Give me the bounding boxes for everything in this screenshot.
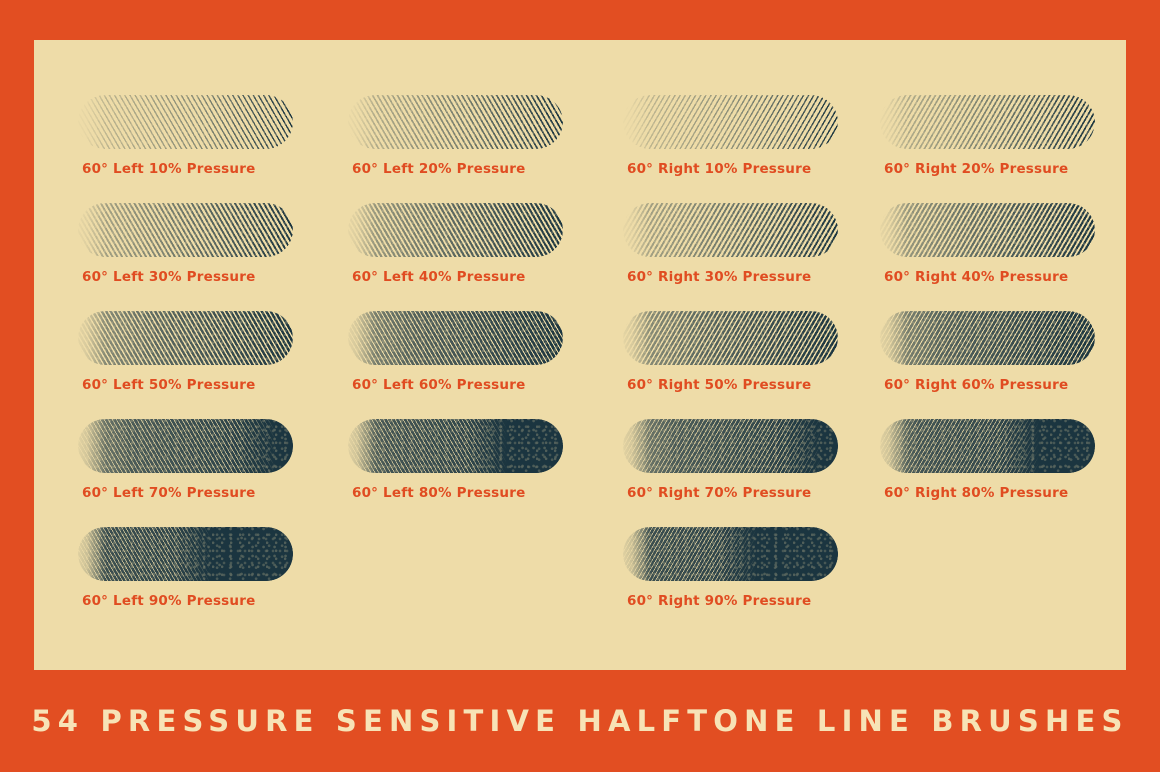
brush-label: 60° Left 60% Pressure: [352, 377, 526, 393]
brush-stroke[interactable]: [873, 311, 1095, 365]
brush-label: 60° Right 60% Pressure: [884, 377, 1069, 393]
brush-stroke[interactable]: [71, 311, 293, 365]
brush-label: 60° Right 50% Pressure: [627, 377, 812, 393]
brush-swatch[interactable]: 60° Left 60% Pressure: [341, 311, 588, 415]
bottom-banner: 54 PRESSURE SENSITIVE HALFTONE LINE BRUS…: [0, 670, 1160, 772]
brush-stroke[interactable]: [616, 419, 838, 473]
brush-stroke[interactable]: [341, 311, 563, 365]
brush-stroke[interactable]: [71, 419, 293, 473]
brush-label: 60° Left 30% Pressure: [82, 269, 256, 285]
brush-stroke[interactable]: [873, 203, 1095, 257]
hatch-pattern: [78, 95, 293, 149]
hatch-pattern: [623, 95, 838, 149]
brush-stroke[interactable]: [616, 95, 838, 149]
brush-swatch[interactable]: 60° Right 60% Pressure: [873, 311, 1120, 415]
brush-stroke[interactable]: [71, 95, 293, 149]
brush-swatch[interactable]: 60° Left 20% Pressure: [341, 95, 588, 199]
brush-swatch[interactable]: 60° Right 10% Pressure: [616, 95, 863, 199]
brush-stroke[interactable]: [71, 203, 293, 257]
hatch-pattern: [78, 311, 293, 365]
brush-label: 60° Right 80% Pressure: [884, 485, 1069, 501]
brush-swatch[interactable]: 60° Right 50% Pressure: [616, 311, 863, 415]
hatch-pattern: [348, 203, 563, 257]
brush-label: 60° Right 90% Pressure: [627, 593, 812, 609]
solid-core: [880, 419, 1095, 473]
hatch-pattern: [348, 311, 563, 365]
hatch-pattern: [623, 311, 838, 365]
swatch-panel: 60° Left 10% Pressure 60° Left 20% Pressu…: [34, 40, 1126, 670]
brush-swatch[interactable]: 60° Left 40% Pressure: [341, 203, 588, 307]
brush-stroke[interactable]: [616, 203, 838, 257]
brush-label: 60° Right 30% Pressure: [627, 269, 812, 285]
brush-stroke[interactable]: [616, 311, 838, 365]
solid-core: [78, 419, 293, 473]
brush-stroke[interactable]: [616, 527, 838, 581]
solid-core: [78, 527, 293, 581]
brush-swatch[interactable]: 60° Left 90% Pressure: [71, 527, 318, 631]
brush-stroke[interactable]: [873, 419, 1095, 473]
brush-preview-poster: 60° Left 10% Pressure 60° Left 20% Pressu…: [0, 0, 1160, 772]
hatch-pattern: [78, 203, 293, 257]
brush-label: 60° Right 10% Pressure: [627, 161, 812, 177]
brush-stroke[interactable]: [341, 203, 563, 257]
hatch-pattern: [348, 95, 563, 149]
brush-swatch[interactable]: 60° Right 20% Pressure: [873, 95, 1120, 199]
hatch-pattern: [623, 203, 838, 257]
brush-swatch[interactable]: 60° Left 50% Pressure: [71, 311, 318, 415]
brush-swatch[interactable]: 60° Right 40% Pressure: [873, 203, 1120, 307]
brush-label: 60° Left 80% Pressure: [352, 485, 526, 501]
brush-swatch[interactable]: 60° Left 10% Pressure: [71, 95, 318, 199]
solid-core: [623, 527, 838, 581]
brush-swatch[interactable]: 60° Right 30% Pressure: [616, 203, 863, 307]
brush-label: 60° Left 40% Pressure: [352, 269, 526, 285]
brush-swatch[interactable]: 60° Right 90% Pressure: [616, 527, 863, 631]
brush-label: 60° Left 90% Pressure: [82, 593, 256, 609]
banner-title: 54 PRESSURE SENSITIVE HALFTONE LINE BRUS…: [31, 704, 1129, 738]
brush-label: 60° Left 20% Pressure: [352, 161, 526, 177]
brush-label: 60° Right 70% Pressure: [627, 485, 812, 501]
brush-swatch[interactable]: 60° Left 80% Pressure: [341, 419, 588, 523]
brush-label: 60° Right 20% Pressure: [884, 161, 1069, 177]
solid-core: [348, 419, 563, 473]
brush-label: 60° Left 70% Pressure: [82, 485, 256, 501]
brush-swatch[interactable]: 60° Right 70% Pressure: [616, 419, 863, 523]
brush-stroke[interactable]: [341, 95, 563, 149]
brush-label: 60° Right 40% Pressure: [884, 269, 1069, 285]
brush-label: 60° Left 50% Pressure: [82, 377, 256, 393]
brush-label: 60° Left 10% Pressure: [82, 161, 256, 177]
swatch-grid: 60° Left 10% Pressure 60° Left 20% Pressu…: [34, 40, 1126, 670]
brush-swatch[interactable]: 60° Right 80% Pressure: [873, 419, 1120, 523]
solid-core: [623, 419, 838, 473]
hatch-pattern: [880, 311, 1095, 365]
brush-stroke[interactable]: [71, 527, 293, 581]
hatch-pattern: [880, 95, 1095, 149]
brush-swatch[interactable]: 60° Left 70% Pressure: [71, 419, 318, 523]
hatch-pattern: [880, 203, 1095, 257]
brush-stroke[interactable]: [341, 419, 563, 473]
brush-swatch[interactable]: 60° Left 30% Pressure: [71, 203, 318, 307]
brush-stroke[interactable]: [873, 95, 1095, 149]
